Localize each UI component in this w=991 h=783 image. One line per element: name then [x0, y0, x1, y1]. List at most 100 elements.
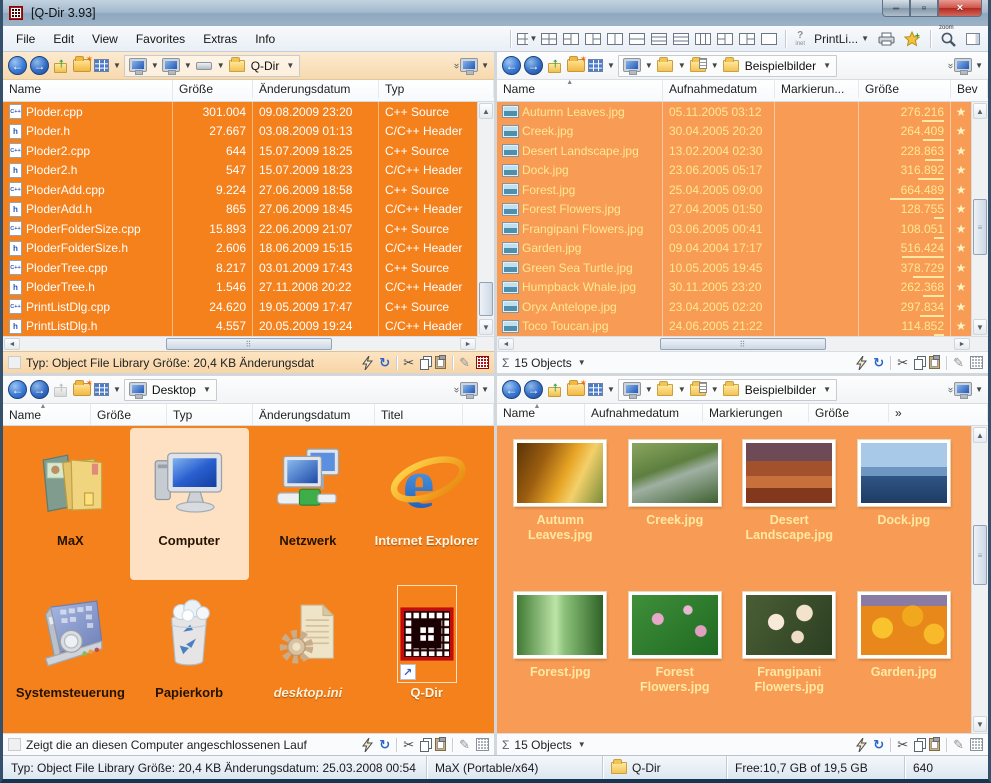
copy-icon[interactable]: [420, 741, 429, 752]
scroll-left-arrow[interactable]: ◄: [498, 338, 514, 350]
up-button[interactable]: ↑: [546, 58, 564, 73]
scroll-left-arrow[interactable]: ◄: [4, 338, 20, 350]
scroll-up-arrow[interactable]: ▲: [479, 103, 493, 119]
actions-lightning-icon[interactable]: [856, 738, 867, 752]
file-row[interactable]: PrintListDlg.cpp24.62019.05.2009 17:47C+…: [3, 297, 477, 317]
pane-target-icon[interactable]: [461, 59, 477, 71]
scroll-up-arrow[interactable]: ▲: [973, 427, 987, 443]
edit-icon[interactable]: ✎: [459, 356, 470, 369]
toolbar-overflow-chevron[interactable]: »: [450, 63, 461, 68]
view-mode-icon[interactable]: [588, 383, 603, 396]
desktop-icon-control[interactable]: Systemsteuerung: [11, 580, 130, 732]
rating-star-icon[interactable]: ★: [951, 141, 971, 161]
layout-button-11[interactable]: [736, 29, 758, 49]
address-bar[interactable]: ▼ ▼ ▼ Q-Dir▼: [124, 55, 300, 77]
menu-info[interactable]: Info: [246, 29, 284, 49]
view-mode-dropdown[interactable]: ▼: [113, 385, 121, 394]
image-file-row[interactable]: Garden.jpg09.04.2004 17:17516.424★: [497, 239, 971, 259]
column-header-titel[interactable]: Titel: [375, 404, 463, 425]
paste-icon[interactable]: [929, 738, 940, 751]
desktop-icon-computer[interactable]: Computer: [130, 428, 249, 580]
print-button[interactable]: [874, 30, 899, 48]
column-header-name[interactable]: Name▲: [3, 404, 91, 425]
image-file-row[interactable]: Forest Flowers.jpg27.04.2005 01:50128.75…: [497, 200, 971, 220]
hscroll-thumb[interactable]: ⠿: [660, 338, 826, 350]
toolbar-overflow-chevron[interactable]: »: [450, 387, 461, 392]
image-file-row[interactable]: Frangipani Flowers.jpg03.06.2005 00:4110…: [497, 219, 971, 239]
edit-icon[interactable]: ✎: [953, 356, 964, 369]
layout-button-6[interactable]: [626, 29, 648, 49]
layout-button-3[interactable]: [560, 29, 582, 49]
vertical-scrollbar[interactable]: ▲ ≡ ▼: [971, 426, 988, 733]
back-button[interactable]: ←: [502, 380, 521, 399]
thumbnail-item-creek[interactable]: Creek.jpg: [618, 432, 733, 584]
up-button[interactable]: ↑: [52, 58, 70, 73]
toolbar-overflow-chevron[interactable]: »: [944, 387, 955, 392]
desktop-icon-ie[interactable]: eInternet Explorer: [367, 428, 486, 580]
copy-icon[interactable]: [420, 359, 429, 370]
back-button[interactable]: ←: [8, 380, 27, 399]
desktop-icon-max[interactable]: MaX: [11, 428, 130, 580]
cut-icon[interactable]: ✂: [403, 738, 414, 751]
column-header-aufnahmedatum[interactable]: Aufnahmedatum: [663, 80, 775, 98]
up-button-disabled[interactable]: ↑: [52, 382, 70, 397]
up-button[interactable]: ↑: [546, 382, 564, 397]
forward-button[interactable]: →: [524, 380, 543, 399]
column-header-gre[interactable]: Größe: [859, 80, 951, 98]
layout-button-8[interactable]: [670, 29, 692, 49]
desktop-icon-qdir[interactable]: ↗Q-Dir: [367, 580, 486, 732]
back-button[interactable]: ←: [502, 56, 521, 75]
zoom-button[interactable]: zoom: [936, 28, 961, 49]
column-header-name[interactable]: Name: [3, 80, 173, 98]
computer-icon[interactable]: [130, 59, 146, 71]
column-header-nderungsdatum[interactable]: Änderungsdatum: [253, 80, 379, 98]
address-label[interactable]: Beispielbilder: [743, 59, 818, 73]
rating-star-icon[interactable]: ★: [951, 102, 971, 122]
pane-indicator[interactable]: [970, 356, 983, 369]
scroll-down-arrow[interactable]: ▼: [973, 319, 987, 335]
menu-edit[interactable]: Edit: [44, 29, 83, 49]
thumbnail-item-dock[interactable]: Dock.jpg: [847, 432, 962, 584]
view-mode-icon[interactable]: [94, 59, 109, 72]
column-header-typ[interactable]: Typ: [167, 404, 253, 425]
address-bar[interactable]: ▼ ▼ ▼ Beispielbilder▼: [618, 55, 837, 77]
scroll-thumb[interactable]: ≡: [973, 199, 987, 255]
refresh-icon[interactable]: ↻: [379, 356, 390, 369]
column-header-name[interactable]: Name▲: [497, 404, 585, 422]
column-header-nderungsdatum[interactable]: Änderungsdatum: [253, 404, 375, 425]
menu-file[interactable]: File: [7, 29, 44, 49]
column-header-typ[interactable]: Typ: [379, 80, 494, 98]
image-file-row[interactable]: Humpback Whale.jpg30.11.2005 23:20262.36…: [497, 278, 971, 298]
file-row[interactable]: Ploder.cpp301.00409.08.2009 23:20C++ Sou…: [3, 102, 477, 122]
file-row[interactable]: PrintListDlg.h4.55720.05.2009 19:24C/C++…: [3, 317, 477, 337]
forward-button[interactable]: →: [30, 56, 49, 75]
rating-star-icon[interactable]: ★: [951, 122, 971, 142]
copy-icon[interactable]: [914, 741, 923, 752]
favorites-folder-icon[interactable]: [567, 59, 585, 72]
paste-icon[interactable]: [435, 738, 446, 751]
pane-tr-object-count[interactable]: 15 Objects: [514, 356, 571, 370]
address-bar[interactable]: ▼ ▼ ▼ Beispielbilder▼: [618, 379, 837, 401]
view-mode-dropdown[interactable]: ▼: [607, 385, 615, 394]
maximize-button[interactable]: ▫: [910, 0, 938, 17]
cut-icon[interactable]: ✂: [897, 356, 908, 369]
thumbnail-item-frangipani[interactable]: Frangipani Flowers.jpg: [732, 584, 847, 733]
inet-button[interactable]: ?inet: [791, 29, 809, 49]
hscroll-thumb[interactable]: ⠿: [166, 338, 332, 350]
image-file-row[interactable]: Creek.jpg30.04.2005 20:20264.409★: [497, 122, 971, 142]
paste-icon[interactable]: [435, 356, 446, 369]
address-label[interactable]: Q-Dir: [249, 59, 282, 73]
rating-star-icon[interactable]: ★: [951, 161, 971, 181]
image-file-row[interactable]: Desert Landscape.jpg13.02.2004 02:30228.…: [497, 141, 971, 161]
column-header-gre[interactable]: Größe: [173, 80, 253, 98]
close-button[interactable]: ×: [938, 0, 982, 17]
column-header-bev[interactable]: Bev: [951, 80, 988, 98]
address-label[interactable]: Desktop: [150, 383, 198, 397]
menu-extras[interactable]: Extras: [194, 29, 246, 49]
actions-lightning-icon[interactable]: [362, 738, 373, 752]
rating-star-icon[interactable]: ★: [951, 180, 971, 200]
favorites-folder-icon[interactable]: [567, 383, 585, 396]
forward-button[interactable]: →: [524, 56, 543, 75]
layout-button-5[interactable]: [604, 29, 626, 49]
column-header-gre[interactable]: Größe: [809, 404, 889, 422]
